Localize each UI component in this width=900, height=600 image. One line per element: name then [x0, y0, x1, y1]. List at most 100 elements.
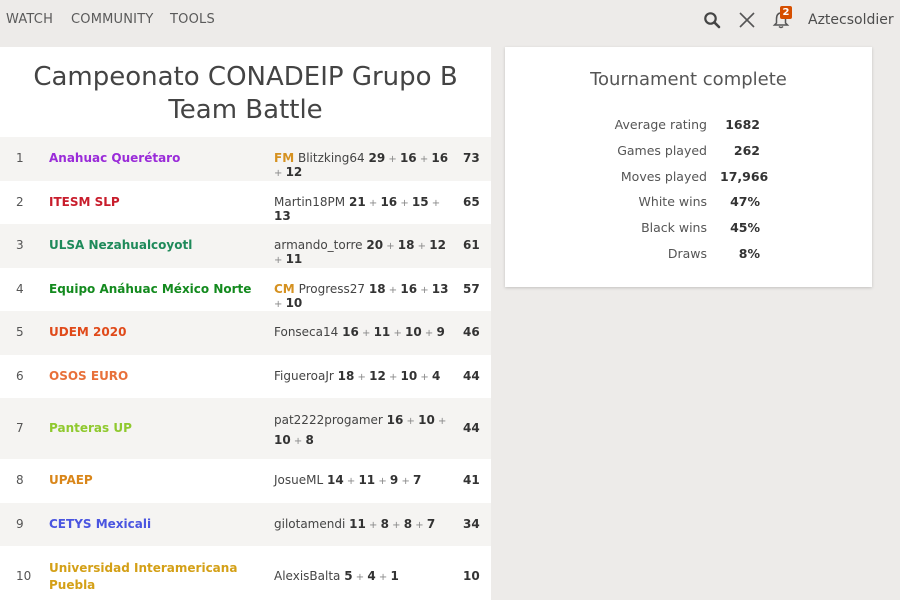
score-value: 8	[380, 516, 389, 531]
stat-row: Games played 262	[505, 143, 872, 169]
score-value: 16	[386, 413, 404, 427]
player-name[interactable]: Progress27	[299, 282, 365, 296]
score-value: 13	[431, 281, 449, 296]
player-name[interactable]: armando_torre	[274, 238, 363, 252]
standings-row: 8 UPAEP JosueML 14 + 11 + 9 + 7 41	[0, 459, 491, 503]
stat-value: 262	[733, 142, 760, 158]
top-player[interactable]: FigueroaJr 18 + 12 + 10 + 4	[274, 369, 452, 383]
player-name[interactable]: FigueroaJr	[274, 369, 334, 383]
score-value: 11	[358, 473, 376, 487]
team-score: 44	[463, 420, 480, 435]
team-link[interactable]: UDEM 2020	[49, 325, 269, 339]
top-player[interactable]: Fonseca14 16 + 11 + 10 + 9	[274, 325, 452, 339]
score-value: 14	[327, 473, 344, 487]
score-value: 29	[368, 151, 386, 165]
player-scores: 11 + 8 + 8 + 7	[349, 516, 436, 531]
team-link[interactable]: ITESM SLP	[49, 195, 269, 209]
score-value: 16	[431, 151, 449, 165]
user-menu[interactable]: Aztecsoldier	[808, 12, 894, 28]
team-score: 73	[463, 151, 480, 165]
score-value: 7	[413, 473, 422, 487]
player-name[interactable]: Blitzking64	[298, 151, 365, 165]
team-score: 44	[463, 368, 480, 383]
stat-row: Average rating 1682	[505, 117, 872, 143]
score-value: 4	[367, 568, 376, 583]
tournament-title: Campeonato CONADEIP Grupo B Team Battle	[33, 62, 458, 125]
rank: 10	[16, 569, 32, 583]
score-value: 8	[403, 516, 413, 531]
standings-row: 7 Panteras UP pat2222progamer 16 + 10 + 10…	[0, 398, 491, 459]
player-name[interactable]: pat2222progamer	[274, 413, 383, 427]
score-value: 16	[400, 281, 418, 296]
stat-value: 47%	[730, 194, 760, 210]
score-value: 12	[429, 238, 446, 252]
top-player[interactable]: pat2222progamer 16 + 10 + 10 + 8	[274, 411, 459, 451]
player-name[interactable]: Martin18PM	[274, 195, 345, 209]
top-player[interactable]: armando_torre 20 + 18 + 12 + 11	[274, 238, 452, 266]
score-value: 20	[366, 238, 384, 252]
team-link[interactable]: CETYS Mexicali	[49, 517, 269, 531]
player-name[interactable]: Fonseca14	[274, 325, 338, 339]
score-value: 12	[369, 368, 386, 383]
score-value: 16	[342, 325, 359, 339]
team-score: 41	[463, 473, 480, 487]
nav-watch[interactable]: WATCH	[6, 12, 53, 27]
stat-value: 8%	[738, 246, 760, 261]
score-value: 18	[397, 238, 415, 252]
standings-row: 4 Equipo Anáhuac México Norte CM Progress2…	[0, 268, 491, 311]
stat-label: White wins	[638, 194, 707, 210]
search-icon[interactable]	[703, 11, 725, 33]
rank: 9	[16, 516, 24, 531]
score-value: 11	[373, 325, 391, 339]
stat-label: Black wins	[641, 220, 707, 236]
top-player[interactable]: AlexisBalta 5 + 4 + 1	[274, 569, 452, 583]
team-score: 57	[463, 281, 480, 296]
team-score: 46	[463, 325, 480, 339]
top-player[interactable]: Martin18PM 21 + 16 + 15 + 13	[274, 195, 452, 223]
top-player[interactable]: CM Progress27 18 + 16 + 13 + 10	[274, 282, 452, 310]
score-value: 10	[274, 433, 291, 447]
team-link[interactable]: UPAEP	[49, 473, 269, 487]
standings-row: 9 CETYS Mexicali gilotamendi 11 + 8 + 8 + …	[0, 503, 491, 546]
standings-row: 6 OSOS EURO FigueroaJr 18 + 12 + 10 + 4 44	[0, 355, 491, 398]
player-name[interactable]: gilotamendi	[274, 517, 345, 531]
score-value: 9	[436, 325, 445, 339]
nav-tools[interactable]: TOOLS	[170, 12, 215, 27]
score-value: 5	[344, 568, 353, 583]
score-value: 16	[399, 151, 417, 165]
rank: 6	[16, 368, 24, 383]
player-name[interactable]: AlexisBalta	[274, 569, 340, 583]
player-title-badge: FM	[274, 151, 295, 165]
player-scores: 5 + 4 + 1	[344, 568, 399, 583]
rank: 2	[16, 194, 24, 209]
nav-community[interactable]: COMMUNITY	[71, 12, 154, 27]
stat-value: 1682	[725, 117, 760, 132]
top-player[interactable]: FM Blitzking64 29 + 16 + 16 + 12	[274, 151, 452, 179]
team-link[interactable]: Equipo Anáhuac México Norte	[49, 282, 269, 296]
team-score: 65	[463, 194, 480, 209]
stat-label: Games played	[617, 142, 707, 158]
team-score: 10	[463, 569, 480, 583]
player-name[interactable]: JosueML	[274, 473, 323, 487]
score-value: 7	[426, 516, 436, 531]
team-link[interactable]: OSOS EURO	[49, 369, 269, 383]
team-link[interactable]: ULSA Nezahualcoyotl	[49, 238, 269, 252]
standings-row: 5 UDEM 2020 Fonseca14 16 + 11 + 10 + 9 46	[0, 311, 491, 355]
stat-row: Moves played 17,966	[505, 169, 872, 195]
top-player[interactable]: gilotamendi 11 + 8 + 8 + 7	[274, 517, 452, 531]
standings-panel: Campeonato CONADEIP Grupo B Team Battle …	[0, 47, 491, 600]
crossed-swords-icon[interactable]	[738, 11, 760, 33]
bell-icon[interactable]: 2	[772, 6, 794, 32]
score-value: 16	[380, 194, 398, 209]
score-value: 12	[285, 165, 303, 179]
score-value: 10	[400, 368, 418, 383]
score-value: 1	[390, 568, 399, 583]
team-link[interactable]: Universidad Interamericana Puebla	[49, 560, 249, 594]
standings-row: 1 Anahuac Querétaro FM Blitzking64 29 + 16…	[0, 137, 491, 181]
score-value: 18	[368, 281, 386, 296]
team-link[interactable]: Panteras UP	[49, 421, 269, 435]
top-player[interactable]: JosueML 14 + 11 + 9 + 7	[274, 473, 452, 487]
stat-value: 17,966	[720, 168, 769, 184]
team-link[interactable]: Anahuac Querétaro	[49, 151, 269, 165]
player-scores: 16 + 11 + 10 + 9	[342, 325, 445, 339]
